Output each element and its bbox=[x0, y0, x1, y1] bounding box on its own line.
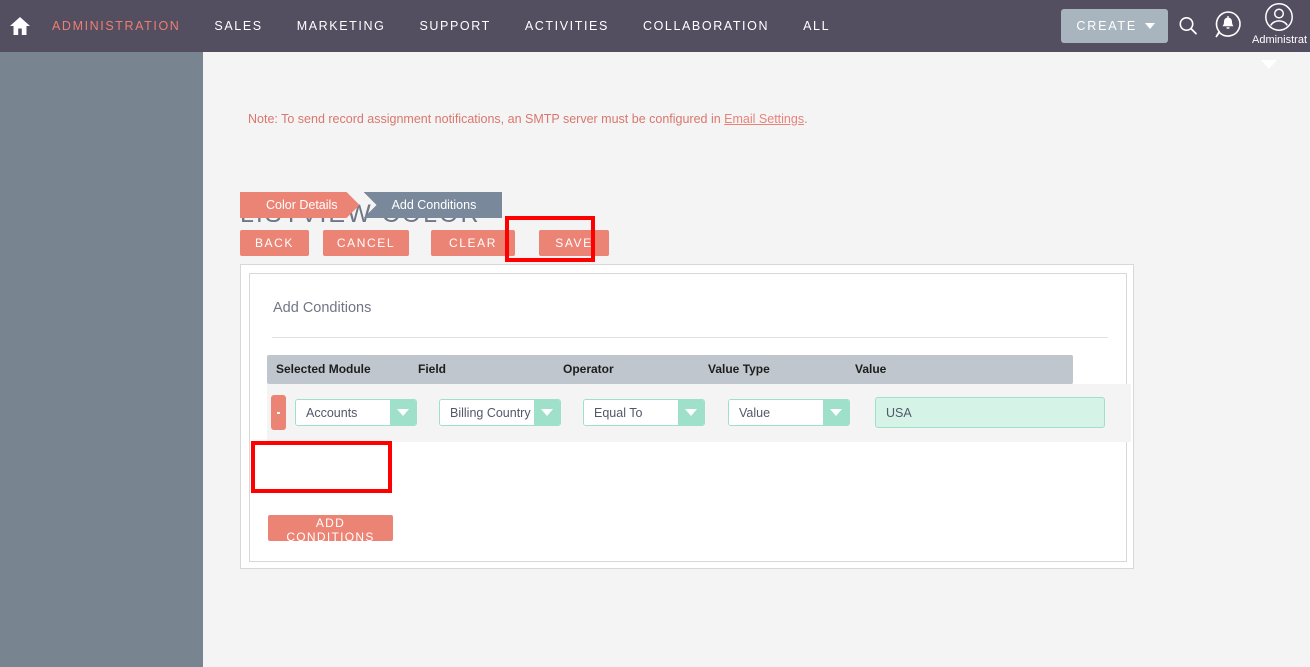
conditions-panel: Add Conditions Selected Module Field Ope… bbox=[249, 273, 1131, 562]
minus-icon bbox=[277, 411, 280, 414]
add-conditions-button[interactable]: ADD CONDITIONS bbox=[268, 515, 393, 544]
left-sidebar bbox=[0, 52, 203, 667]
header-dropdown-caret-icon[interactable] bbox=[1261, 60, 1277, 69]
conditions-card: Add Conditions Selected Module Field Ope… bbox=[240, 264, 1134, 569]
search-icon[interactable] bbox=[1168, 0, 1208, 52]
operator-value: Equal To bbox=[584, 400, 678, 425]
nav-item-sales[interactable]: SALES bbox=[197, 0, 279, 52]
topbar-right-tools: CREATE Administrat bbox=[1061, 0, 1310, 52]
nav-item-all[interactable]: ALL bbox=[786, 0, 847, 52]
chevron-down-icon bbox=[823, 400, 849, 425]
panel-divider bbox=[272, 337, 1108, 338]
value-input[interactable] bbox=[875, 397, 1105, 428]
field-dropdown[interactable]: Billing Country bbox=[439, 399, 561, 426]
chevron-down-icon bbox=[390, 400, 416, 425]
smtp-note: Note: To send record assignment notifica… bbox=[248, 112, 808, 126]
column-header-value-type: Value Type bbox=[708, 362, 770, 376]
chevron-down-icon bbox=[1145, 23, 1155, 29]
delete-condition-button[interactable] bbox=[271, 395, 286, 430]
user-menu[interactable]: Administrat bbox=[1248, 0, 1310, 52]
chevron-down-icon bbox=[678, 400, 704, 425]
chevron-down-icon bbox=[534, 400, 560, 425]
nav-item-administration[interactable]: ADMINISTRATION bbox=[35, 0, 197, 52]
table-row: Accounts Billing Country Equal To Value bbox=[267, 384, 1131, 442]
operator-dropdown[interactable]: Equal To bbox=[583, 399, 705, 426]
value-type-dropdown[interactable]: Value bbox=[728, 399, 850, 426]
nav-item-activities[interactable]: ACTIVITIES bbox=[508, 0, 626, 52]
field-value: Billing Country bbox=[440, 400, 534, 425]
create-button-label: CREATE bbox=[1076, 19, 1137, 33]
home-icon[interactable] bbox=[5, 0, 35, 52]
column-header-selected-module: Selected Module bbox=[276, 362, 371, 376]
selected-module-value: Accounts bbox=[296, 400, 390, 425]
value-type-value: Value bbox=[729, 400, 823, 425]
nav-item-collaboration[interactable]: COLLABORATION bbox=[626, 0, 786, 52]
save-button[interactable]: SAVE bbox=[539, 230, 609, 256]
top-navigation-bar: ADMINISTRATION SALES MARKETING SUPPORT A… bbox=[0, 0, 1310, 52]
column-header-operator: Operator bbox=[563, 362, 614, 376]
clear-button[interactable]: CLEAR bbox=[431, 230, 515, 256]
breadcrumb-step-add-conditions[interactable]: Add Conditions bbox=[363, 192, 503, 218]
panel-heading: Add Conditions bbox=[273, 300, 372, 316]
notification-bell-icon[interactable] bbox=[1208, 0, 1248, 52]
conditions-table-header: Selected Module Field Operator Value Typ… bbox=[267, 355, 1073, 384]
email-settings-link[interactable]: Email Settings bbox=[724, 112, 804, 126]
nav-item-marketing[interactable]: MARKETING bbox=[280, 0, 403, 52]
column-header-field: Field bbox=[418, 362, 447, 376]
user-avatar-icon bbox=[1265, 3, 1293, 31]
selected-module-dropdown[interactable]: Accounts bbox=[295, 399, 417, 426]
user-name-label: Administrat bbox=[1252, 34, 1308, 46]
nav-item-support[interactable]: SUPPORT bbox=[402, 0, 507, 52]
action-buttons: BACK CANCEL CLEAR SAVE bbox=[240, 230, 609, 256]
create-button[interactable]: CREATE bbox=[1061, 9, 1168, 43]
back-button[interactable]: BACK bbox=[240, 230, 309, 256]
smtp-note-text-before: Note: To send record assignment notifica… bbox=[248, 112, 725, 126]
cancel-button[interactable]: CANCEL bbox=[323, 230, 409, 256]
breadcrumb: Color Details Add Conditions bbox=[240, 192, 503, 218]
main-content: Note: To send record assignment notifica… bbox=[203, 52, 1310, 667]
breadcrumb-step-color-details[interactable]: Color Details bbox=[240, 192, 360, 218]
column-header-value: Value bbox=[855, 362, 887, 376]
smtp-note-text-after: . bbox=[804, 112, 808, 126]
